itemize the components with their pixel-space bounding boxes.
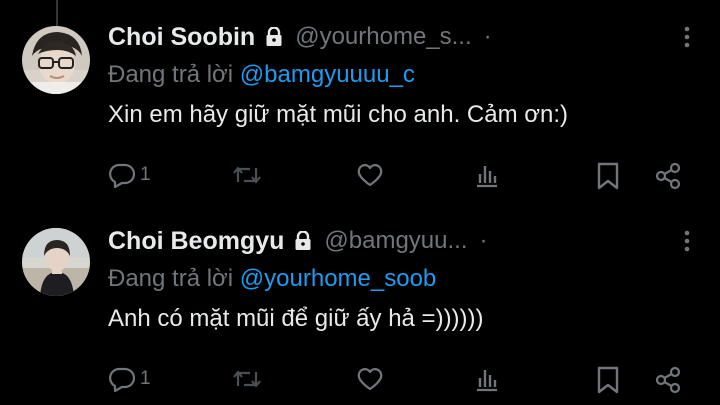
more-icon[interactable] bbox=[684, 26, 690, 53]
replying-to: Đang trả lời @yourhome_soob bbox=[108, 264, 702, 294]
bookmark-button[interactable] bbox=[596, 162, 620, 190]
views-button[interactable] bbox=[474, 366, 500, 392]
avatar[interactable] bbox=[22, 228, 90, 296]
retweet-icon bbox=[232, 162, 262, 188]
tweet-text: Xin em hãy giữ mặt mũi cho anh. Cảm ơn:) bbox=[108, 101, 568, 128]
action-bar: 1 bbox=[108, 162, 702, 192]
reply-icon bbox=[108, 366, 136, 392]
tweet-text: Anh có mặt mũi để giữ ấy hả =)))))) bbox=[108, 305, 484, 332]
bookmark-button[interactable] bbox=[596, 366, 620, 394]
display-name[interactable]: Choi Soobin bbox=[108, 23, 255, 52]
handle[interactable]: @bamgyuu... bbox=[324, 227, 467, 255]
share-icon bbox=[654, 162, 682, 190]
separator-dot: · bbox=[483, 23, 492, 50]
tweet-header: Choi Soobin @yourhome_s... · bbox=[108, 20, 702, 54]
views-icon bbox=[474, 162, 500, 188]
bookmark-icon bbox=[596, 162, 620, 190]
reply-count: 1 bbox=[140, 368, 151, 389]
retweet-icon bbox=[232, 366, 262, 392]
views-button[interactable] bbox=[474, 162, 500, 188]
handle[interactable]: @yourhome_s... bbox=[295, 23, 471, 51]
action-bar: 1 bbox=[108, 366, 702, 396]
share-button[interactable] bbox=[654, 162, 682, 190]
reply-icon bbox=[108, 162, 136, 188]
lock-icon bbox=[265, 26, 283, 47]
retweet-button[interactable] bbox=[232, 366, 262, 392]
mention-link[interactable]: @bamgyuuuu_c bbox=[240, 61, 415, 88]
thread-line bbox=[56, 0, 58, 28]
retweet-button[interactable] bbox=[232, 162, 262, 188]
avatar[interactable] bbox=[22, 26, 90, 94]
reply-count: 1 bbox=[140, 164, 151, 185]
more-icon[interactable] bbox=[684, 230, 690, 257]
tweet-header: Choi Beomgyu @bamgyuu... · bbox=[108, 224, 702, 258]
like-button[interactable] bbox=[356, 366, 384, 392]
views-icon bbox=[474, 366, 500, 392]
reply-button[interactable]: 1 bbox=[108, 162, 151, 188]
share-icon bbox=[654, 366, 682, 394]
reply-button[interactable]: 1 bbox=[108, 366, 151, 392]
replying-to: Đang trả lời @bamgyuuuu_c bbox=[108, 60, 702, 90]
lock-icon bbox=[294, 230, 312, 251]
separator-dot: · bbox=[479, 227, 488, 254]
like-icon bbox=[356, 162, 384, 188]
mention-link[interactable]: @yourhome_soob bbox=[240, 265, 436, 292]
bookmark-icon bbox=[596, 366, 620, 394]
like-icon bbox=[356, 366, 384, 392]
reply-prefix: Đang trả lời bbox=[108, 265, 234, 292]
like-button[interactable] bbox=[356, 162, 384, 188]
share-button[interactable] bbox=[654, 366, 682, 394]
display-name[interactable]: Choi Beomgyu bbox=[108, 227, 284, 256]
reply-prefix: Đang trả lời bbox=[108, 61, 234, 88]
